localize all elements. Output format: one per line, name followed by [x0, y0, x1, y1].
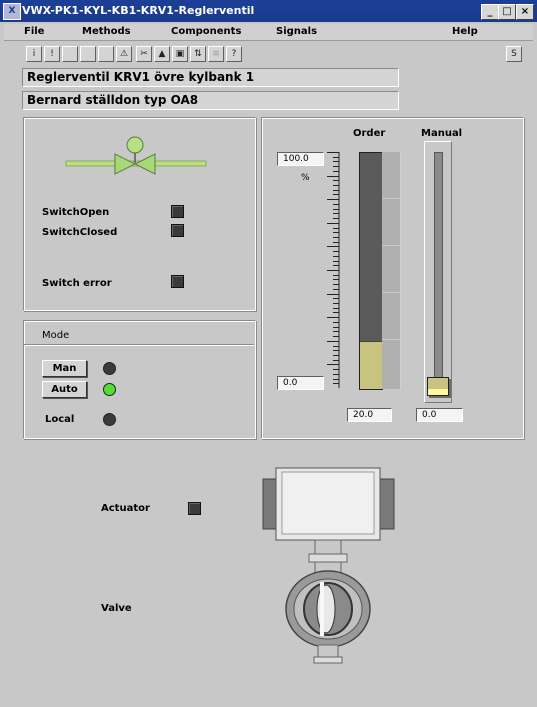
order-unit-label: %: [301, 173, 310, 183]
order-value: 20.0: [347, 408, 392, 422]
disabled-tool-icon[interactable]: [98, 46, 114, 62]
window-title: VWX-PK1-KYL-KB1-KRV1-Reglerventil: [22, 4, 255, 17]
menu-help[interactable]: Help: [452, 26, 478, 37]
app-icon: X: [3, 3, 21, 20]
alarm-icon[interactable]: !: [44, 46, 60, 62]
close-button[interactable]: ×: [516, 4, 534, 20]
valve-symbol: [65, 136, 207, 175]
disabled-tool-icon[interactable]: [62, 46, 78, 62]
switch-open-label: SwitchOpen: [42, 207, 110, 218]
menu-signals[interactable]: Signals: [276, 26, 317, 37]
disabled-tool-icon[interactable]: [80, 46, 96, 62]
menu-methods[interactable]: Methods: [82, 26, 131, 37]
manual-slider-track[interactable]: [434, 152, 443, 396]
order-max-label: 100.0: [277, 152, 324, 166]
man-indicator: [103, 362, 116, 375]
switch-open-indicator: [171, 205, 184, 218]
switch-error-label: Switch error: [42, 278, 112, 289]
swap-icon[interactable]: ⇅: [190, 46, 206, 62]
menu-components[interactable]: Components: [171, 26, 241, 37]
mode-divider: [24, 344, 254, 346]
order-title: Order: [353, 128, 386, 139]
switch-error-indicator: [171, 275, 184, 288]
description-field: Reglerventil KRV1 övre kylbank 1: [22, 68, 399, 87]
order-bar-track: [359, 152, 383, 390]
order-min-label: 0.0: [277, 376, 324, 390]
auto-indicator: [103, 383, 116, 396]
actuator-indicator: [188, 502, 201, 515]
menu-bar: File Methods Components Signals Help: [4, 24, 533, 41]
valve-label: Valve: [101, 603, 132, 614]
pointer-icon[interactable]: ▲: [154, 46, 170, 62]
mode-title: Mode: [42, 330, 70, 341]
local-label: Local: [45, 414, 75, 425]
valve-actuator-graphic: [262, 467, 395, 664]
switch-closed-indicator: [171, 224, 184, 237]
minimize-button[interactable]: _: [481, 4, 499, 20]
manual-title: Manual: [421, 128, 463, 139]
actuator-type-field: Bernard ställdon typ OA8: [22, 91, 399, 110]
manual-value[interactable]: 0.0: [416, 408, 463, 422]
signal-icon[interactable]: S: [506, 46, 522, 62]
info-icon[interactable]: i: [26, 46, 42, 62]
man-button[interactable]: Man: [42, 360, 87, 377]
menu-file[interactable]: File: [24, 26, 44, 37]
switch-closed-label: SwitchClosed: [42, 227, 118, 238]
tools-icon[interactable]: ✂: [136, 46, 152, 62]
window-icon[interactable]: ▣: [172, 46, 188, 62]
maximize-button[interactable]: □: [498, 4, 516, 20]
order-bar-fill: [360, 341, 382, 389]
order-scale: [327, 152, 340, 388]
auto-button[interactable]: Auto: [42, 381, 87, 398]
title-bar[interactable]: X VWX-PK1-KYL-KB1-KRV1-Reglerventil _ □ …: [0, 0, 537, 22]
help-icon[interactable]: ?: [226, 46, 242, 62]
manual-slider-thumb[interactable]: [427, 377, 449, 396]
local-indicator: [103, 413, 116, 426]
warning-icon[interactable]: ⚠: [116, 46, 132, 62]
list-icon[interactable]: ≡: [208, 46, 224, 62]
order-bar-shadow: [382, 152, 401, 389]
actuator-label: Actuator: [101, 503, 150, 514]
